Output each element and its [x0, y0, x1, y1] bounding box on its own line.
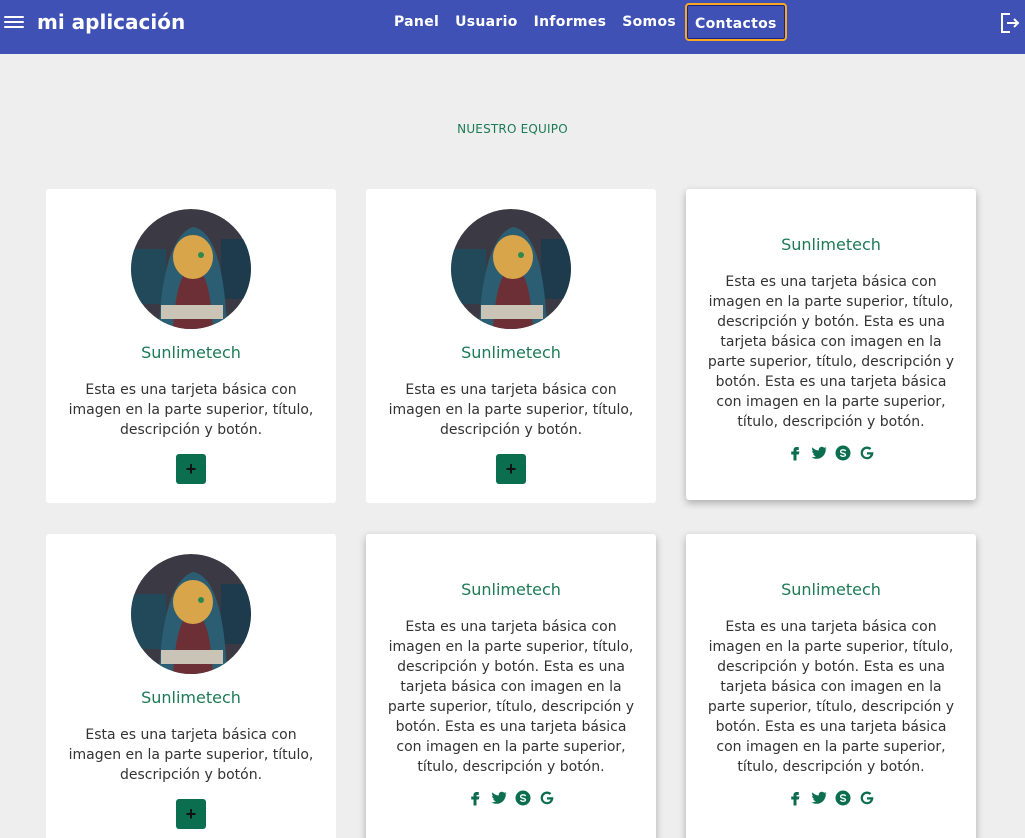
skype-icon[interactable]	[514, 789, 532, 807]
avatar	[451, 209, 571, 329]
skype-icon[interactable]	[834, 789, 852, 807]
team-card: Sunlimetech Esta es una tarjeta básica c…	[366, 189, 656, 503]
facebook-icon[interactable]	[786, 789, 804, 807]
social-links	[686, 789, 976, 807]
avatar	[131, 554, 251, 674]
nav-somos[interactable]: Somos	[614, 3, 684, 41]
google-icon[interactable]	[858, 789, 876, 807]
card-description: Esta es una tarjeta básica con imagen en…	[68, 382, 314, 438]
social-links	[686, 444, 976, 462]
facebook-icon[interactable]	[466, 789, 484, 807]
hamburger-icon[interactable]	[4, 13, 24, 31]
card-title: Sunlimetech	[461, 580, 561, 599]
facebook-icon[interactable]	[786, 444, 804, 462]
google-icon[interactable]	[858, 444, 876, 462]
card-title: Sunlimetech	[781, 580, 881, 599]
card-description: Esta es una tarjeta básica con imagen en…	[707, 274, 955, 430]
card-description: Esta es una tarjeta básica con imagen en…	[707, 619, 955, 775]
add-button[interactable]: +	[176, 454, 206, 484]
add-button[interactable]: +	[176, 799, 206, 829]
team-card: Sunlimetech Esta es una tarjeta básica c…	[46, 189, 336, 503]
add-button[interactable]: +	[496, 454, 526, 484]
twitter-icon[interactable]	[810, 444, 828, 462]
section-title: NUESTRO EQUIPO	[457, 122, 568, 136]
nav-informes[interactable]: Informes	[526, 3, 615, 41]
skype-icon[interactable]	[834, 444, 852, 462]
card-description: Esta es una tarjeta básica con imagen en…	[388, 382, 634, 438]
card-title: Sunlimetech	[781, 235, 881, 254]
card-title: Sunlimetech	[141, 343, 241, 362]
nav-panel[interactable]: Panel	[386, 3, 447, 41]
app-bar: mi aplicación Panel Usuario Informes Som…	[0, 0, 1025, 54]
team-card: Sunlimetech Esta es una tarjeta básica c…	[686, 534, 976, 838]
nav-usuario[interactable]: Usuario	[447, 3, 526, 41]
avatar	[131, 209, 251, 329]
social-links	[366, 789, 656, 807]
team-card: Sunlimetech Esta es una tarjeta básica c…	[46, 534, 336, 838]
twitter-icon[interactable]	[810, 789, 828, 807]
app-title: mi aplicación	[37, 10, 186, 34]
team-card: Sunlimetech Esta es una tarjeta básica c…	[366, 534, 656, 838]
team-card: Sunlimetech Esta es una tarjeta básica c…	[686, 189, 976, 500]
main-nav: Panel Usuario Informes Somos Contactos	[386, 2, 787, 42]
google-icon[interactable]	[538, 789, 556, 807]
card-description: Esta es una tarjeta básica con imagen en…	[387, 619, 635, 775]
logout-icon[interactable]	[997, 11, 1021, 35]
card-description: Esta es una tarjeta básica con imagen en…	[68, 727, 314, 783]
card-title: Sunlimetech	[461, 343, 561, 362]
nav-contactos[interactable]: Contactos	[685, 3, 787, 41]
twitter-icon[interactable]	[490, 789, 508, 807]
card-title: Sunlimetech	[141, 688, 241, 707]
